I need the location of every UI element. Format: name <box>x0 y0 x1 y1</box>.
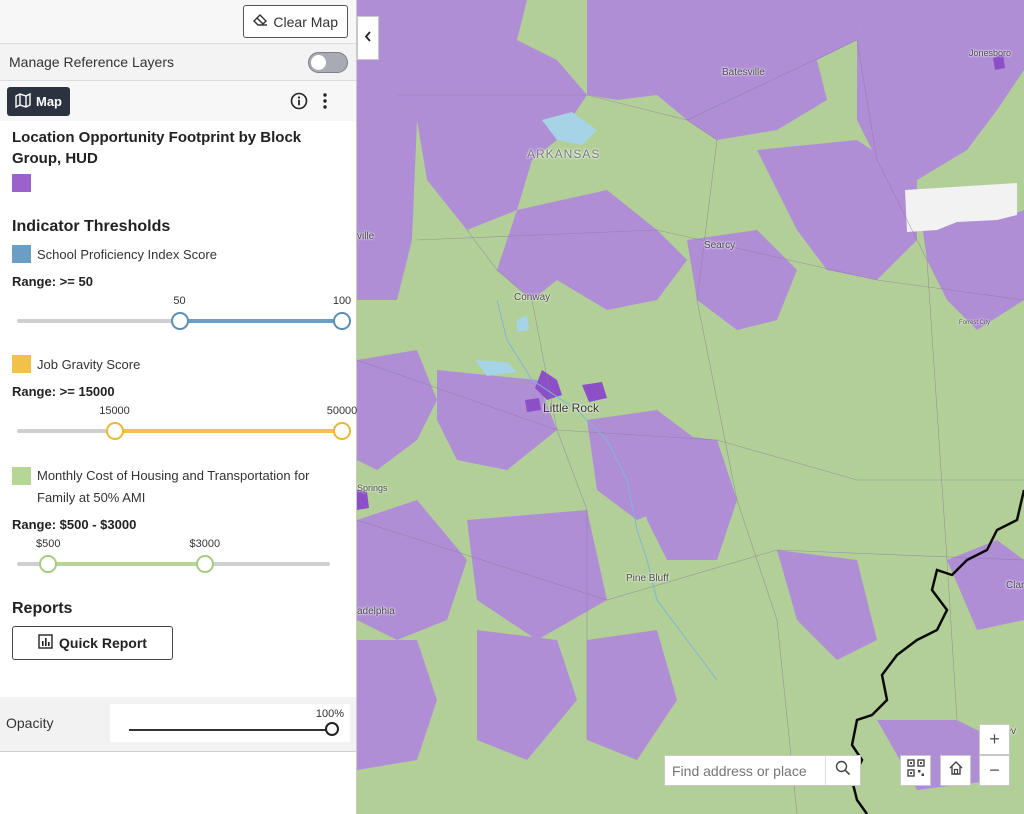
slider-min-handle[interactable] <box>39 555 58 573</box>
map-label-springs: Springs <box>357 483 388 493</box>
housing-cost-swatch <box>12 467 31 485</box>
opacity-handle[interactable] <box>325 722 339 736</box>
job-gravity-slider[interactable]: 15000 50000 <box>12 403 357 441</box>
search-icon <box>835 760 851 781</box>
legend-school-proficiency: School Proficiency Index Score <box>12 245 344 264</box>
map-icon <box>15 92 31 111</box>
map-label-ville: ville <box>357 231 375 242</box>
map-search <box>664 755 861 786</box>
tab-map[interactable]: Map <box>7 87 70 116</box>
slider-max-tick: 100 <box>332 295 352 307</box>
layer-title: Location Opportunity Footprint by Block … <box>12 129 302 167</box>
manage-reference-layers-row: Manage Reference Layers <box>0 44 356 81</box>
reports-heading: Reports <box>12 600 73 617</box>
opacity-track <box>129 729 333 731</box>
search-button[interactable] <box>825 756 860 785</box>
quick-report-label: Quick Report <box>59 635 147 651</box>
school-proficiency-swatch <box>12 245 31 263</box>
manage-reference-layers-label: Manage Reference Layers <box>9 54 174 70</box>
eraser-icon <box>253 13 268 30</box>
zoom-in-button[interactable]: + <box>979 724 1010 755</box>
opacity-label: Opacity <box>6 715 54 731</box>
clear-map-button[interactable]: Clear Map <box>243 5 348 38</box>
layer-content: Location Opportunity Footprint by Block … <box>0 127 357 660</box>
opacity-slider[interactable]: 100% <box>110 704 350 742</box>
map-label-conway: Conway <box>514 292 551 303</box>
map-label-little-rock: Little Rock <box>543 401 600 415</box>
tab-map-label: Map <box>36 94 62 109</box>
housing-cost-slider[interactable]: $500 $3000 <box>12 536 344 574</box>
school-proficiency-slider[interactable]: 50 100 <box>12 293 351 331</box>
chevron-left-icon <box>364 29 372 47</box>
indicator-thresholds-heading: Indicator Thresholds <box>12 218 171 235</box>
opacity-row: Opacity 100% <box>0 697 356 752</box>
school-proficiency-label: School Proficiency Index Score <box>37 247 217 262</box>
tab-row: Map <box>0 81 356 121</box>
job-gravity-label: Job Gravity Score <box>37 357 141 372</box>
legend-job-gravity: Job Gravity Score <box>12 355 344 374</box>
clear-map-label: Clear Map <box>273 13 338 30</box>
map-label-arkansas: ARKANSAS <box>527 147 601 161</box>
slider-max-tick: $3000 <box>189 538 221 550</box>
qr-code-button[interactable] <box>900 755 931 786</box>
map-view[interactable]: Batesville Jonesboro ARKANSAS Searcy vil… <box>357 0 1024 814</box>
report-chart-icon <box>38 634 53 652</box>
housing-cost-label: Monthly Cost of Housing and Transportati… <box>37 468 310 505</box>
slider-fill <box>114 429 342 433</box>
panel-top-bar: Clear Map <box>0 0 356 44</box>
school-proficiency-range: Range: >= 50 <box>12 274 93 289</box>
map-label-batesville: Batesville <box>722 67 765 78</box>
map-label-searcy: Searcy <box>704 240 736 251</box>
info-icon[interactable] <box>290 92 308 115</box>
map-label-clar: Clar <box>1006 580 1024 591</box>
search-input[interactable] <box>665 762 825 779</box>
slider-min-tick: 50 <box>173 295 186 307</box>
slider-max-handle[interactable] <box>333 422 351 440</box>
slider-max-handle[interactable] <box>333 312 351 330</box>
map-label-adelphia: adelphia <box>357 606 395 617</box>
legend-housing-cost: Monthly Cost of Housing and Transportati… <box>12 465 344 509</box>
quick-report-button[interactable]: Quick Report <box>12 626 173 660</box>
slider-max-tick: 50000 <box>326 405 358 417</box>
housing-cost-range: Range: $500 - $3000 <box>12 517 137 532</box>
slider-min-tick: $500 <box>36 538 61 550</box>
collapse-panel-button[interactable] <box>357 16 379 60</box>
reference-layers-toggle[interactable] <box>308 51 348 73</box>
slider-min-tick: 15000 <box>99 405 130 417</box>
choropleth-map <box>357 0 1024 814</box>
zoom-out-button[interactable]: − <box>979 755 1010 786</box>
more-options-icon[interactable] <box>321 92 329 115</box>
job-gravity-range: Range: >= 15000 <box>12 384 115 399</box>
map-label-forrest-city: Forrest City <box>959 320 991 326</box>
slider-max-handle[interactable] <box>195 555 214 573</box>
map-label-pine-bluff: Pine Bluff <box>626 573 669 584</box>
slider-fill <box>48 562 205 566</box>
slider-min-handle[interactable] <box>105 422 124 440</box>
slider-min-handle[interactable] <box>170 312 189 330</box>
side-panel: Clear Map Manage Reference Layers Map Lo… <box>0 0 357 814</box>
map-label-jonesboro: Jonesboro <box>969 48 1012 58</box>
qr-code-icon <box>906 759 925 782</box>
opacity-value: 100% <box>315 708 344 720</box>
home-button[interactable] <box>940 755 971 786</box>
layer-color-swatch <box>12 174 31 192</box>
slider-fill <box>179 319 342 323</box>
toggle-knob <box>311 54 326 70</box>
home-icon <box>948 760 964 781</box>
job-gravity-swatch <box>12 355 31 373</box>
